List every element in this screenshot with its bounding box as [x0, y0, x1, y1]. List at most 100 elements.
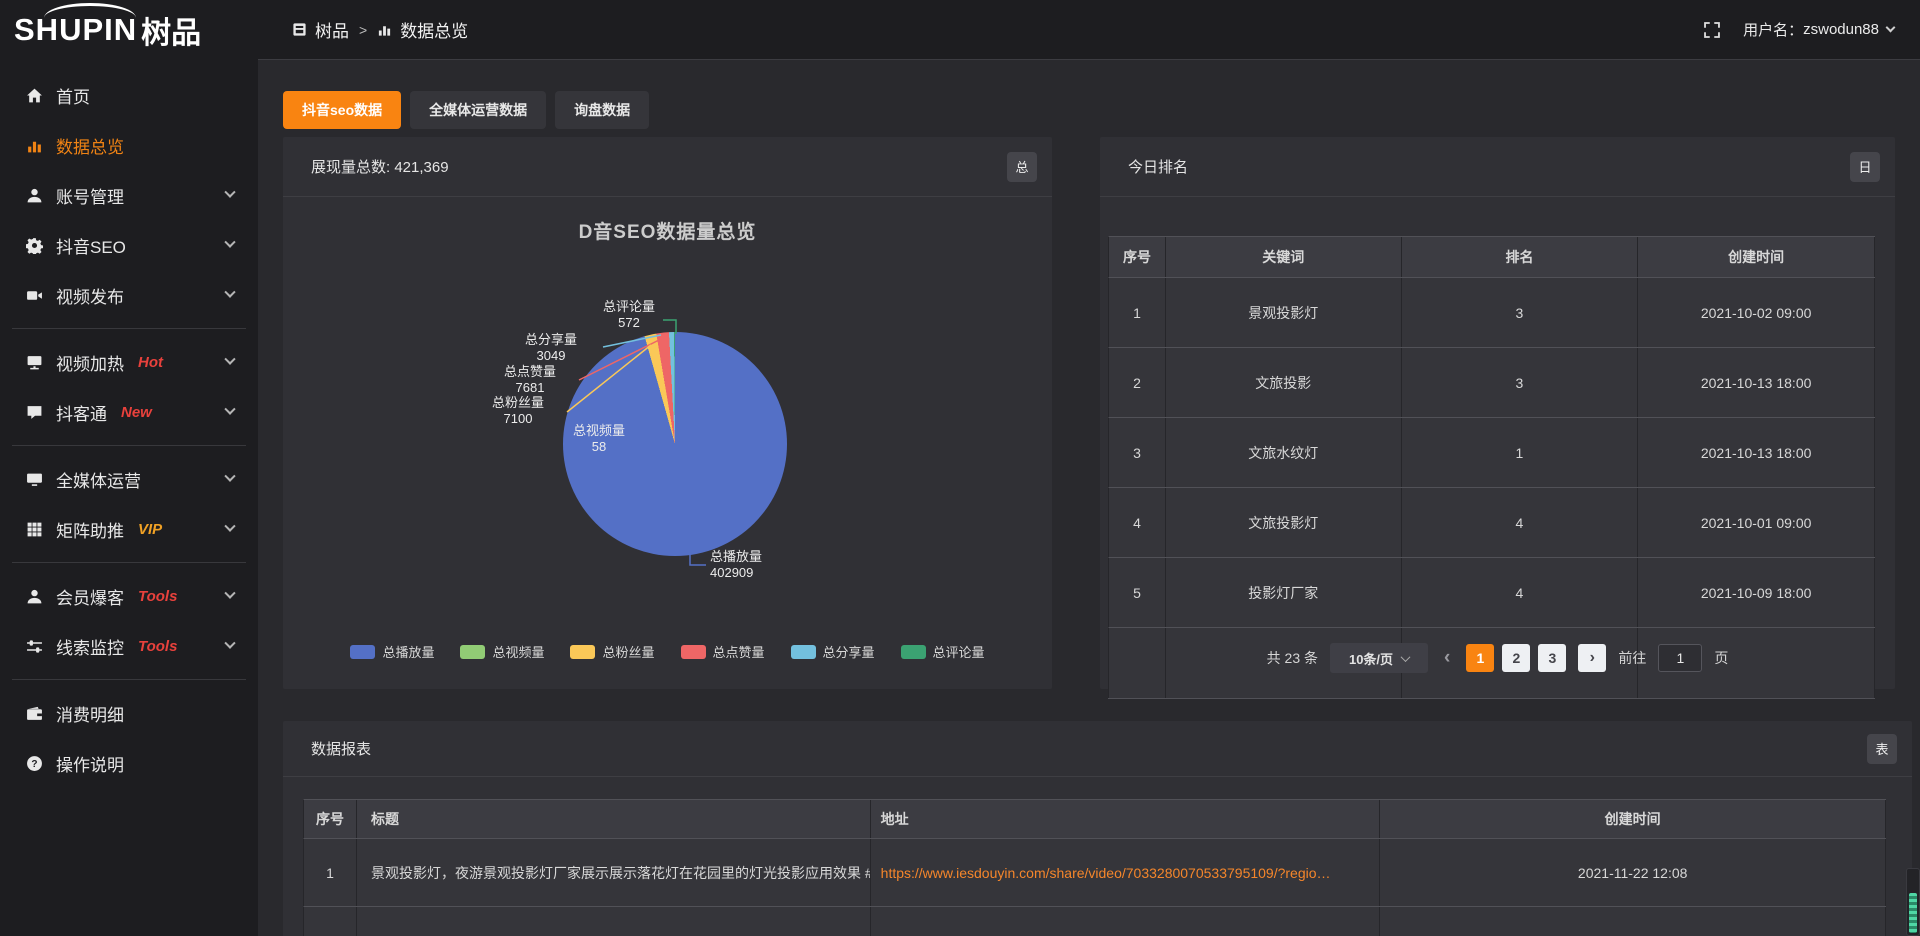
prev-page-button[interactable]: ‹ [1440, 647, 1454, 669]
monitor-icon [26, 471, 43, 488]
legend-item-2[interactable]: 总粉丝量 [570, 642, 654, 661]
tab-2[interactable]: 询盘数据 [555, 91, 649, 129]
tab-1[interactable]: 全媒体运营数据 [410, 91, 546, 129]
table-view-button[interactable]: 表 [1867, 734, 1897, 764]
sidebar-item-badge: New [121, 404, 152, 421]
rank-panel: 今日排名 日 序号关键词排名创建时间1景观投影灯32021-10-02 09:0… [1100, 137, 1895, 689]
logo-arc-icon [44, 3, 136, 18]
pie-label-share: 总分享量3049 [501, 332, 601, 364]
sidebar-item-0[interactable]: 首页 [0, 70, 258, 120]
table-cell [1380, 907, 1886, 936]
sidebar-item-3[interactable]: 抖音SEO [0, 220, 258, 270]
data-tabs: 抖音seo数据全媒体运营数据询盘数据 [283, 91, 1895, 129]
page-size-select[interactable]: 10条/页 [1330, 643, 1428, 673]
total-view-button[interactable]: 总 [1007, 152, 1037, 182]
legend-chip [681, 645, 706, 659]
sidebar-item-5[interactable]: 视频加热Hot [0, 337, 258, 387]
legend-item-0[interactable]: 总播放量 [350, 642, 434, 661]
report-panel: 数据报表 表 序号标题地址创建时间1景观投影灯，夜游景观投影灯厂家展示展示落花灯… [283, 721, 1912, 936]
overview-panel-header: 展现量总数: 421,369 总 [283, 137, 1052, 197]
sidebar-item-9[interactable]: 会员爆客Tools [0, 571, 258, 621]
sidebar-item-label: 视频发布 [56, 283, 124, 308]
sidebar-item-12[interactable]: ? 操作说明 [0, 738, 258, 788]
sidebar-item-label: 操作说明 [56, 751, 124, 776]
table-cell: 2021-10-01 09:00 [1638, 488, 1875, 557]
column-header: 排名 [1402, 237, 1639, 277]
chevron-down-icon [224, 638, 235, 649]
sidebar-item-label: 首页 [56, 83, 90, 108]
goto-page-input[interactable] [1658, 644, 1702, 672]
legend-label: 总粉丝量 [602, 642, 654, 661]
logo[interactable]: SHUPIN 树品 [0, 0, 258, 60]
table-cell [357, 907, 871, 936]
page-button-3[interactable]: 3 [1538, 644, 1566, 672]
tab-0[interactable]: 抖音seo数据 [283, 91, 401, 129]
rank-table: 序号关键词排名创建时间1景观投影灯32021-10-02 09:002文旅投影3… [1108, 236, 1875, 699]
column-header: 创建时间 [1380, 800, 1886, 838]
legend-item-4[interactable]: 总分享量 [791, 642, 875, 661]
column-header: 标题 [357, 800, 871, 838]
page-button-1[interactable]: 1 [1466, 644, 1494, 672]
sidebar-item-11[interactable]: 消费明细 [0, 688, 258, 738]
chevron-down-icon [224, 187, 235, 198]
table-cell: 4 [1402, 488, 1639, 557]
video-url-cell: https://www.iesdouyin.com/share/video/70… [871, 839, 1381, 906]
chevron-down-icon [224, 521, 235, 532]
chevron-down-icon [224, 237, 235, 248]
goto-label: 前往 [1618, 648, 1646, 668]
main-content: 抖音seo数据全媒体运营数据询盘数据 展现量总数: 421,369 总 D音SE… [258, 60, 1920, 936]
legend-item-1[interactable]: 总视频量 [460, 642, 544, 661]
sidebar-item-badge: VIP [138, 521, 162, 538]
scrollbar-thumb[interactable] [1909, 893, 1917, 933]
sidebar-item-6[interactable]: 抖客通New [0, 387, 258, 437]
column-header: 地址 [871, 800, 1381, 838]
table-header-row: 序号关键词排名创建时间 [1108, 236, 1875, 278]
sidebar-item-label: 抖音SEO [56, 233, 126, 258]
wallet-icon [26, 705, 43, 722]
table-cell: 2021-10-13 18:00 [1638, 348, 1875, 417]
sidebar-item-1[interactable]: 数据总览 [0, 120, 258, 170]
table-header-row: 序号标题地址创建时间 [303, 799, 1886, 839]
sidebar-item-4[interactable]: 视频发布 [0, 270, 258, 320]
table-cell: 3 [1109, 418, 1166, 487]
home-icon [26, 87, 43, 104]
column-header: 创建时间 [1638, 237, 1875, 277]
overview-panel: 展现量总数: 421,369 总 D音SEO数据量总览 总播放量402909 [283, 137, 1052, 689]
table-cell: 3 [1402, 278, 1639, 347]
sidebar-item-label: 会员爆客 [56, 584, 124, 609]
daily-view-button[interactable]: 日 [1850, 152, 1880, 182]
chart-title: D音SEO数据量总览 [283, 217, 1052, 244]
table-cell [304, 907, 357, 936]
grid-icon [26, 521, 43, 538]
sidebar-item-2[interactable]: 账号管理 [0, 170, 258, 220]
user-menu[interactable]: 用户名： zswodun88 [1743, 19, 1894, 40]
video-link[interactable]: https://www.iesdouyin.com/share/video/70… [881, 865, 1331, 881]
sidebar-item-10[interactable]: 线索监控Tools [0, 621, 258, 671]
topbar-right: 用户名： zswodun88 [1703, 19, 1894, 40]
next-page-button[interactable]: › [1578, 644, 1606, 672]
fullscreen-icon[interactable] [1703, 21, 1721, 39]
impressions-value: 421,369 [394, 159, 448, 176]
legend-item-5[interactable]: 总评论量 [901, 642, 985, 661]
pie-label-video: 总视频量58 [549, 423, 649, 455]
breadcrumb: 树品 > 数据总览 [292, 17, 468, 42]
sidebar-item-label: 全媒体运营 [56, 467, 141, 492]
sidebar-divider [12, 445, 246, 446]
sidebar-item-7[interactable]: 全媒体运营 [0, 454, 258, 504]
page-button-2[interactable]: 2 [1502, 644, 1530, 672]
legend-item-3[interactable]: 总点赞量 [681, 642, 765, 661]
legend-label: 总分享量 [823, 642, 875, 661]
sidebar-item-8[interactable]: 矩阵助推VIP [0, 504, 258, 554]
breadcrumb-root[interactable]: 树品 [315, 17, 349, 42]
legend-chip [350, 645, 375, 659]
table-cell: 2021-10-02 09:00 [1638, 278, 1875, 347]
logo-text-cn: 树品 [141, 8, 201, 52]
table-cell: 5 [1109, 558, 1166, 627]
scrollbar-track[interactable] [1906, 868, 1920, 936]
chevron-down-icon [224, 588, 235, 599]
question-icon: ? [26, 755, 43, 772]
pie-label-play: 总播放量402909 [710, 549, 796, 581]
table-cell: 2 [1109, 348, 1166, 417]
chat-icon [26, 404, 43, 421]
chart-legend: 总播放量 总视频量 总粉丝量 总点赞量 总分享量 总评论量 [283, 642, 1052, 661]
